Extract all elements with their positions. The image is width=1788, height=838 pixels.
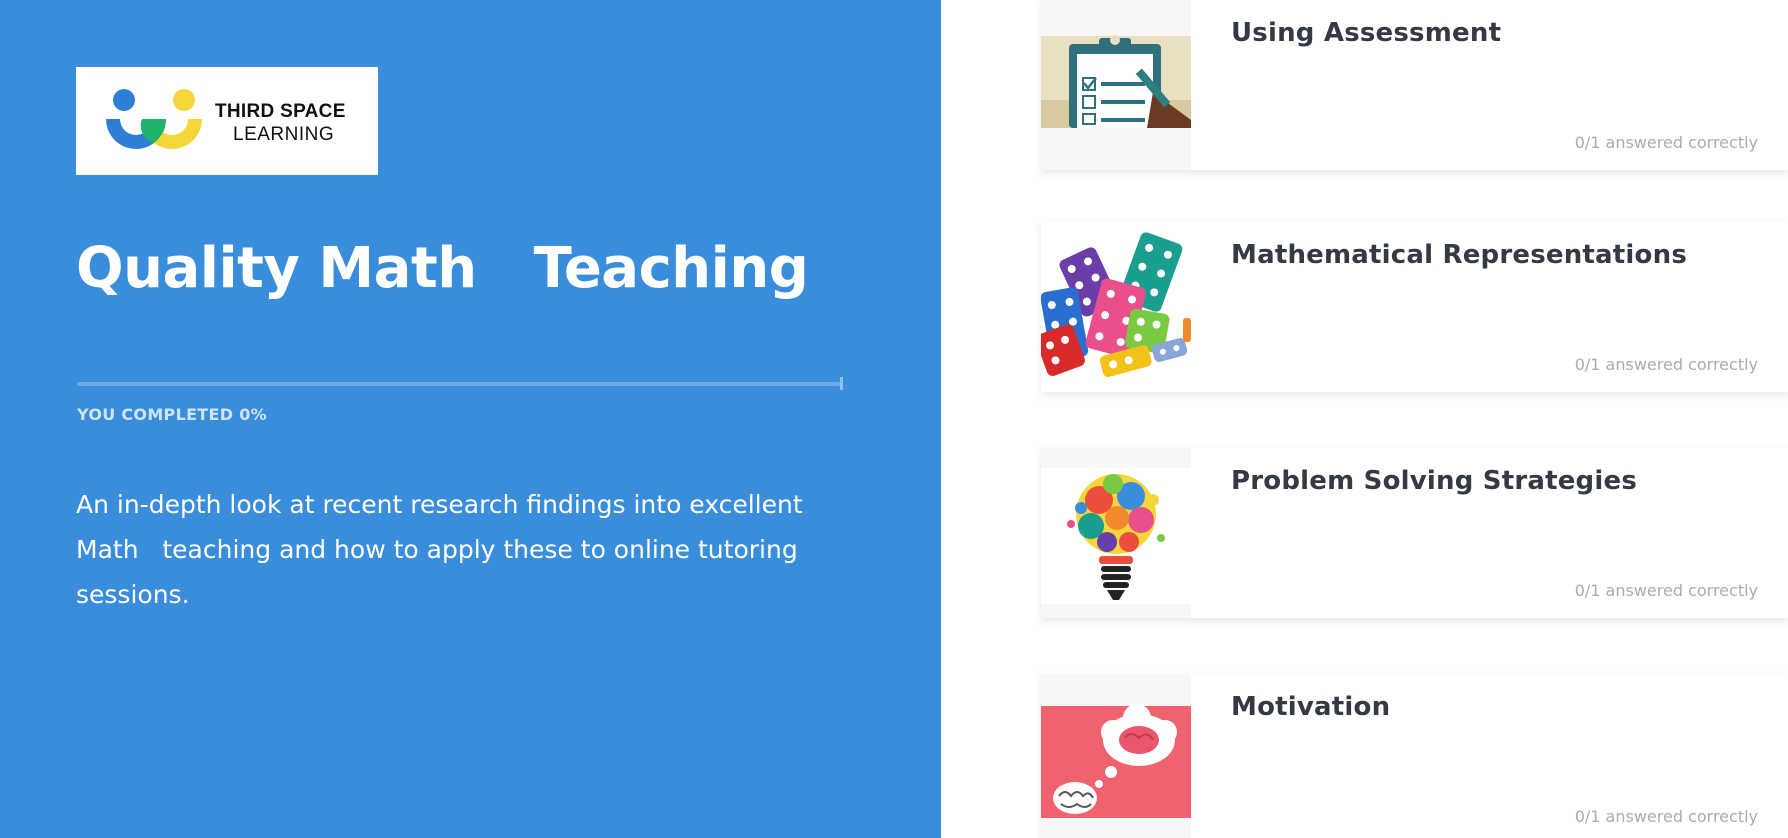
module-status: 0/1 answered correctly bbox=[1574, 355, 1758, 374]
logo-line-1: THIRD SPACE bbox=[215, 101, 346, 122]
module-thumbnail bbox=[1041, 0, 1191, 170]
module-title: Mathematical Representations bbox=[1231, 240, 1687, 270]
module-card-problem-solving-strategies[interactable]: Problem Solving Strategies 0/1 answered … bbox=[1041, 448, 1788, 618]
progress-end-marker bbox=[840, 377, 843, 390]
module-card-motivation[interactable]: Motivation 0/1 answered correctly bbox=[1041, 674, 1788, 838]
module-title: Problem Solving Strategies bbox=[1231, 466, 1637, 496]
module-status: 0/1 answered correctly bbox=[1574, 581, 1758, 600]
puzzle-lightbulb-icon bbox=[1041, 468, 1191, 604]
counting-blocks-icon bbox=[1041, 222, 1191, 392]
module-card-mathematical-representations[interactable]: Mathematical Representations 0/1 answere… bbox=[1041, 222, 1788, 392]
module-card-using-assessment[interactable]: Using Assessment 0/1 answered correctly bbox=[1041, 0, 1788, 170]
logo-wordmark: THIRD SPACE LEARNING bbox=[215, 100, 346, 146]
module-title: Motivation bbox=[1231, 692, 1391, 722]
logo-line-2: LEARNING bbox=[233, 124, 335, 145]
module-list: Using Assessment 0/1 answered correctly bbox=[941, 0, 1788, 838]
course-title: Quality Math Teaching bbox=[76, 236, 809, 301]
module-thumbnail bbox=[1041, 222, 1191, 392]
third-space-learning-logo-icon bbox=[106, 89, 202, 149]
module-status: 0/1 answered correctly bbox=[1574, 133, 1758, 152]
clipboard-checklist-icon bbox=[1041, 35, 1191, 128]
module-status: 0/1 answered correctly bbox=[1574, 807, 1758, 826]
logo[interactable]: THIRD SPACE LEARNING bbox=[76, 67, 378, 175]
course-description: An in-depth look at recent research find… bbox=[76, 490, 811, 609]
brain-thought-bubble-icon bbox=[1041, 704, 1191, 818]
module-thumbnail bbox=[1041, 674, 1191, 838]
module-thumbnail bbox=[1041, 448, 1191, 618]
module-title: Using Assessment bbox=[1231, 18, 1502, 48]
course-info-panel: THIRD SPACE LEARNING Quality Math Teachi… bbox=[0, 0, 941, 838]
progress-label: YOU COMPLETED 0% bbox=[77, 405, 267, 424]
course-progress-bar bbox=[77, 382, 841, 386]
